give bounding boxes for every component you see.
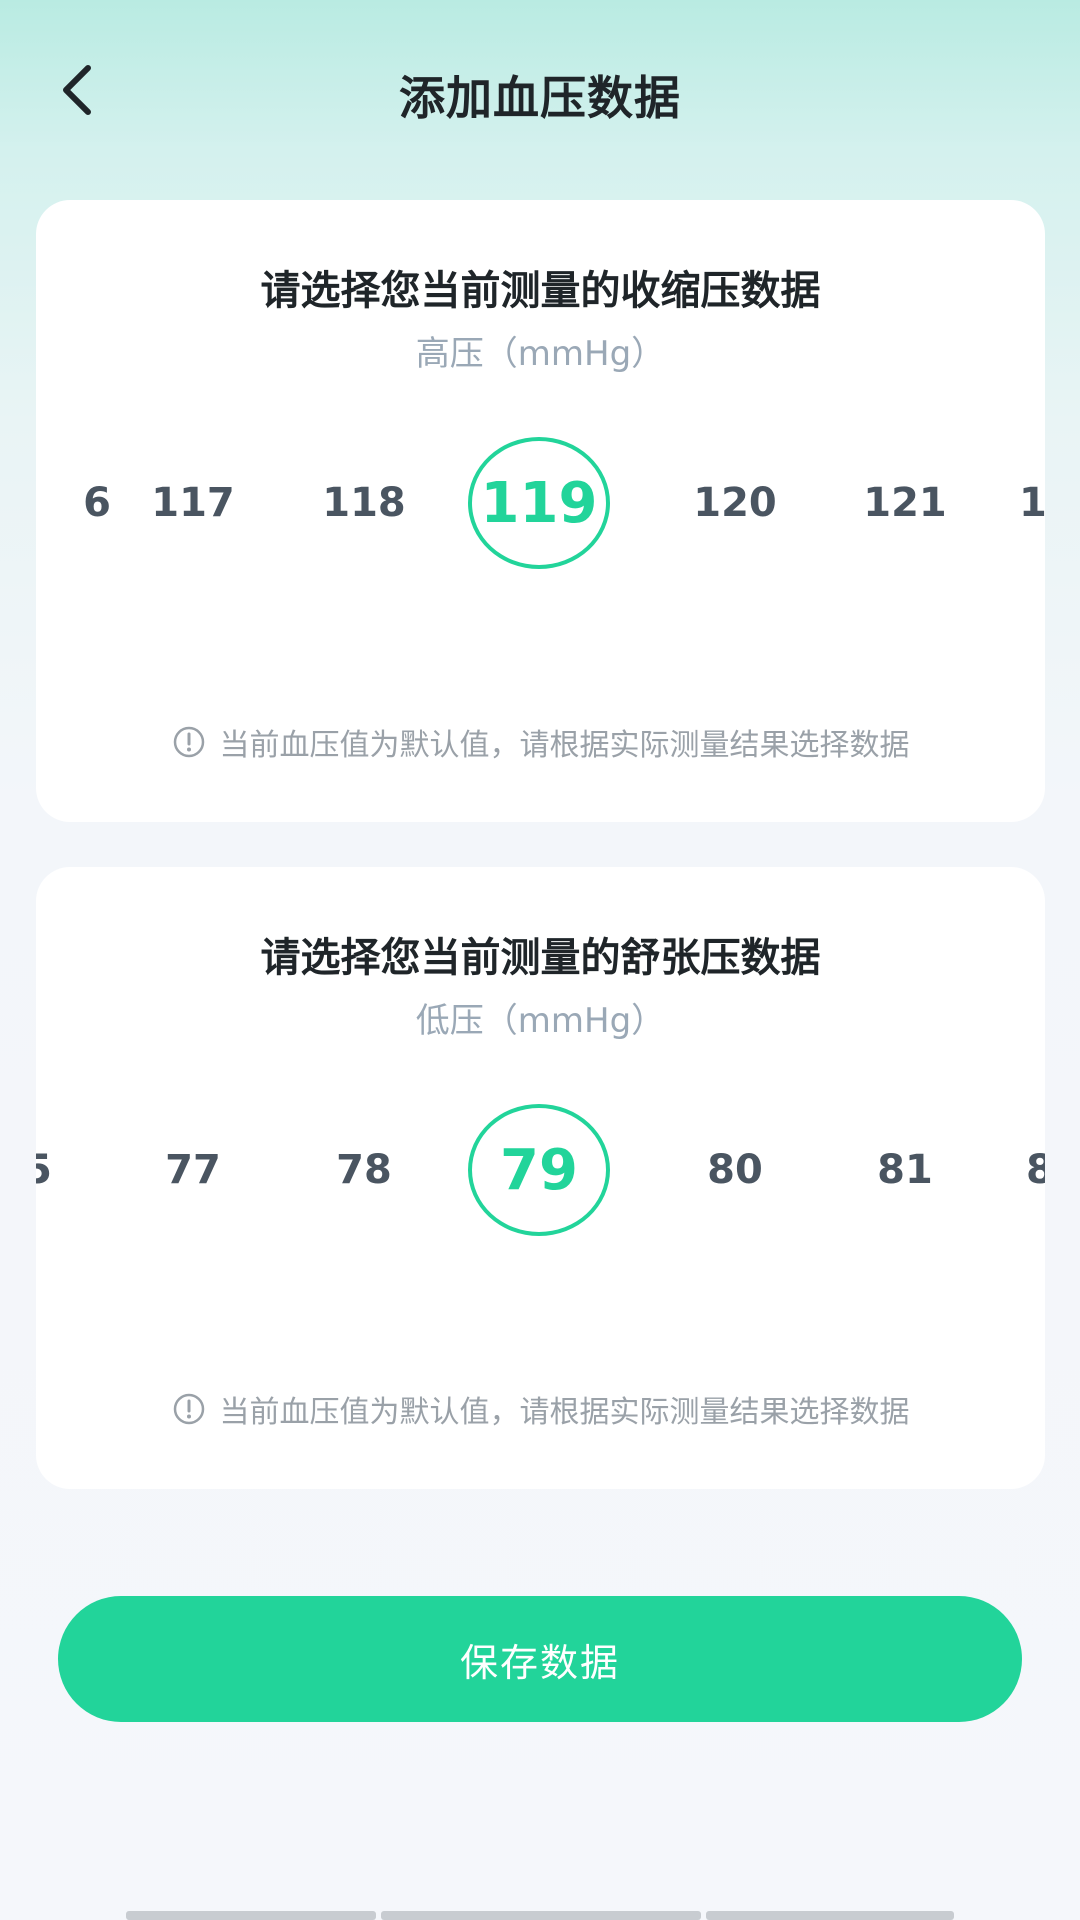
diastolic-card: 请选择您当前测量的舒张压数据 低压（mmHg） 5 77 78 79 80 81… bbox=[36, 867, 1045, 1489]
page-title: 添加血压数据 bbox=[399, 71, 681, 125]
diastolic-option[interactable]: 80 bbox=[675, 1102, 795, 1237]
systolic-note: 当前血压值为默认值，请根据实际测量结果选择数据 bbox=[36, 720, 1045, 764]
header: 添加血压数据 bbox=[0, 0, 1080, 190]
systolic-option[interactable]: 120 bbox=[675, 435, 795, 570]
nav-bar-segment bbox=[706, 1911, 954, 1920]
systolic-picker[interactable]: 6 117 118 119 120 121 1 bbox=[36, 435, 1045, 570]
systolic-option[interactable]: 118 bbox=[304, 435, 424, 570]
info-icon bbox=[173, 726, 204, 758]
info-icon bbox=[173, 1393, 204, 1425]
diastolic-picker[interactable]: 5 77 78 79 80 81 8 bbox=[36, 1102, 1045, 1237]
diastolic-option[interactable]: 77 bbox=[133, 1102, 253, 1237]
save-button[interactable]: 保存数据 bbox=[58, 1596, 1022, 1722]
systolic-selected-value[interactable]: 119 bbox=[468, 437, 610, 569]
diastolic-note: 当前血压值为默认值，请根据实际测量结果选择数据 bbox=[36, 1387, 1045, 1431]
systolic-option[interactable]: 1 bbox=[1019, 435, 1045, 570]
systolic-title: 请选择您当前测量的收缩压数据 bbox=[260, 268, 821, 314]
systolic-note-text: 当前血压值为默认值，请根据实际测量结果选择数据 bbox=[219, 728, 910, 763]
diastolic-selected-value[interactable]: 79 bbox=[468, 1104, 610, 1236]
diastolic-title: 请选择您当前测量的舒张压数据 bbox=[260, 935, 821, 981]
diastolic-option[interactable]: 5 bbox=[36, 1102, 52, 1237]
systolic-card: 请选择您当前测量的收缩压数据 高压（mmHg） 6 117 118 119 12… bbox=[36, 200, 1045, 822]
systolic-unit-label: 高压（mmHg） bbox=[415, 334, 666, 374]
nav-bar-segment bbox=[126, 1911, 376, 1920]
diastolic-option[interactable]: 81 bbox=[845, 1102, 965, 1237]
diastolic-option[interactable]: 8 bbox=[1026, 1102, 1045, 1237]
systolic-option[interactable]: 121 bbox=[845, 435, 965, 570]
diastolic-note-text: 当前血压值为默认值，请根据实际测量结果选择数据 bbox=[219, 1395, 910, 1430]
nav-bar-segment bbox=[381, 1911, 701, 1920]
diastolic-option[interactable]: 78 bbox=[304, 1102, 424, 1237]
diastolic-unit-label: 低压（mmHg） bbox=[415, 1001, 666, 1041]
systolic-option[interactable]: 6 bbox=[36, 435, 111, 570]
systolic-option[interactable]: 117 bbox=[133, 435, 253, 570]
